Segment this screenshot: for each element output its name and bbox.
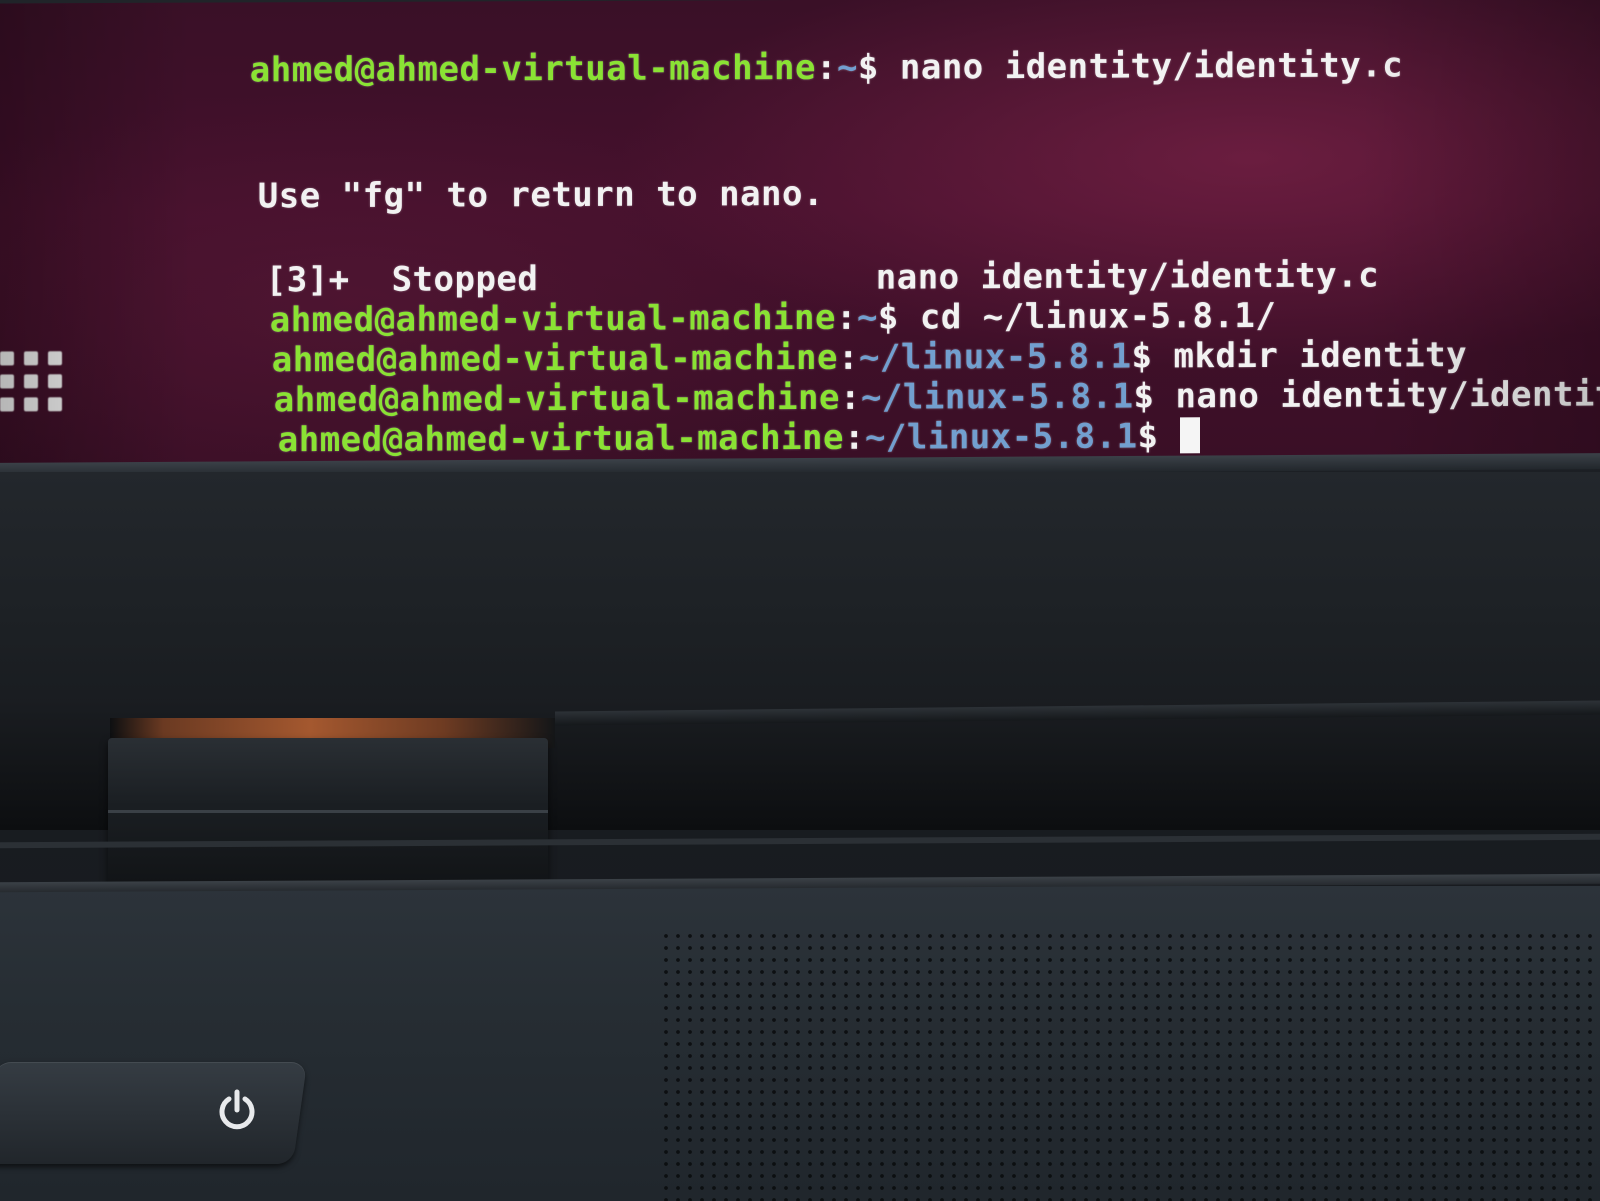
prompt-user: ahmed@ahmed-virtual-machine bbox=[249, 47, 816, 91]
power-button[interactable] bbox=[0, 1062, 308, 1164]
text-cursor[interactable] bbox=[1179, 417, 1200, 454]
prompt-separator: : bbox=[843, 417, 865, 458]
prompt-path: ~/linux-5.8.1 bbox=[864, 416, 1138, 458]
photo: ahmed@ahmed-virtual-machine:~$ nano iden… bbox=[0, 0, 1600, 1201]
command-text: nano identity/identity.c bbox=[899, 45, 1404, 88]
terminal-line: ahmed@ahmed-virtual-machine:~/linux-5.8.… bbox=[110, 376, 1200, 468]
terminal-screen: ahmed@ahmed-virtual-machine:~$ nano iden… bbox=[0, 0, 1600, 469]
prompt-user: ahmed@ahmed-virtual-machine bbox=[277, 417, 844, 461]
prompt-dollar: $ bbox=[857, 47, 900, 88]
prompt-dollar: $ bbox=[1137, 416, 1180, 457]
prompt-path: ~ bbox=[836, 47, 858, 88]
terminal-line: ahmed@ahmed-virtual-machine:~$ nano iden… bbox=[82, 5, 1403, 131]
power-icon bbox=[219, 1089, 255, 1130]
command-text: nano identity/identity.c bbox=[1175, 374, 1600, 417]
prompt-separator: : bbox=[815, 47, 837, 88]
terminal-message: Use "fg" to return to nano. bbox=[257, 173, 824, 217]
show-applications-icon[interactable] bbox=[0, 351, 66, 421]
terminal-output[interactable]: ahmed@ahmed-virtual-machine:~$ nano iden… bbox=[82, 0, 1600, 460]
laptop-bezel bbox=[0, 472, 1600, 712]
speaker-grille bbox=[660, 930, 1600, 1201]
